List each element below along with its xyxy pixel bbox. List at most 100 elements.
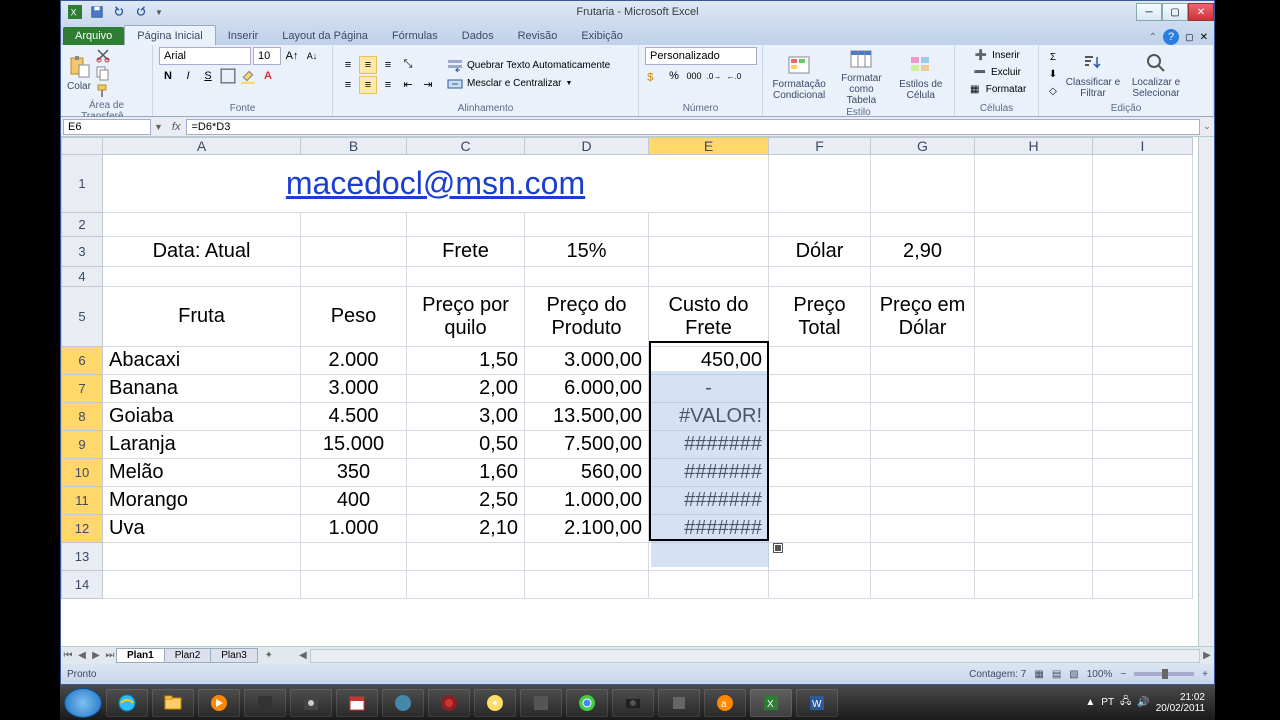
cell[interactable]: Data: Atual — [103, 237, 301, 267]
cell[interactable] — [769, 375, 871, 403]
close-workbook-icon[interactable]: ✕ — [1200, 32, 1208, 43]
taskbar-calendar-icon[interactable] — [336, 689, 378, 717]
cell[interactable]: Melão — [103, 459, 301, 487]
qat-dropdown-icon[interactable]: ▼ — [155, 8, 163, 17]
cell[interactable] — [871, 375, 975, 403]
taskbar-app6-icon[interactable] — [658, 689, 700, 717]
vertical-scrollbar[interactable] — [1198, 137, 1214, 646]
format-painter-icon[interactable] — [95, 83, 111, 99]
cell[interactable] — [1093, 287, 1193, 347]
tab-nav-last[interactable]: ⏭ — [103, 650, 117, 661]
font-color-icon[interactable]: A — [259, 67, 277, 85]
cond-format-button[interactable]: Formatação Condicional — [769, 53, 829, 101]
taskbar-chrome-icon[interactable] — [566, 689, 608, 717]
sort-filter-button[interactable]: Classificar e Filtrar — [1065, 51, 1121, 99]
cell[interactable]: 13.500,00 — [525, 403, 649, 431]
cell[interactable]: #VALOR! — [649, 403, 769, 431]
cell[interactable]: Preço em Dólar — [871, 287, 975, 347]
cell[interactable]: 2.100,00 — [525, 515, 649, 543]
tray-network-icon[interactable]: 🖧 — [1120, 694, 1131, 711]
cell[interactable]: 450,00 — [649, 347, 769, 375]
italic-button[interactable]: I — [179, 67, 197, 85]
zoom-out-icon[interactable]: − — [1120, 669, 1126, 680]
cell[interactable] — [975, 403, 1093, 431]
cell[interactable]: 1.000,00 — [525, 487, 649, 515]
taskbar-avast-icon[interactable]: a — [704, 689, 746, 717]
align-top-icon[interactable]: ≡ — [339, 56, 357, 74]
cell[interactable] — [769, 543, 871, 571]
format-cells-button[interactable]: ▦Formatar — [967, 81, 1027, 97]
minimize-button[interactable]: ─ — [1136, 3, 1162, 21]
cell[interactable] — [871, 155, 975, 213]
cell[interactable] — [871, 347, 975, 375]
cell[interactable] — [769, 431, 871, 459]
increase-font-icon[interactable]: A↑ — [283, 47, 301, 65]
number-format-combo[interactable]: Personalizado — [645, 47, 757, 65]
cell[interactable] — [769, 267, 871, 287]
minimize-ribbon-icon[interactable]: ⌃ — [1149, 32, 1157, 43]
close-button[interactable]: ✕ — [1188, 3, 1214, 21]
col-header-B[interactable]: B — [301, 137, 407, 155]
tab-nav-first[interactable]: ⏮ — [61, 650, 75, 661]
cell[interactable]: 1,50 — [407, 347, 525, 375]
cell[interactable] — [975, 213, 1093, 237]
cell[interactable]: Preço por quilo — [407, 287, 525, 347]
cell[interactable]: 0,50 — [407, 431, 525, 459]
cell[interactable] — [769, 571, 871, 599]
help-icon[interactable]: ? — [1163, 29, 1179, 45]
cell[interactable] — [871, 459, 975, 487]
cell[interactable] — [1093, 431, 1193, 459]
cell[interactable] — [1093, 515, 1193, 543]
cell[interactable] — [103, 267, 301, 287]
cell[interactable] — [301, 543, 407, 571]
cell[interactable] — [975, 287, 1093, 347]
view-layout-icon[interactable]: ▤ — [1052, 669, 1061, 680]
zoom-level[interactable]: 100% — [1087, 669, 1113, 680]
hscroll-right[interactable]: ▶ — [1200, 650, 1214, 661]
cell[interactable] — [649, 237, 769, 267]
view-pagebreak-icon[interactable]: ▧ — [1069, 669, 1078, 680]
cell[interactable]: Abacaxi — [103, 347, 301, 375]
taskbar-app4-icon[interactable] — [428, 689, 470, 717]
cell[interactable] — [769, 487, 871, 515]
cell[interactable] — [407, 213, 525, 237]
cell[interactable] — [301, 237, 407, 267]
cell[interactable]: ####### — [649, 515, 769, 543]
row-header[interactable]: 14 — [61, 571, 103, 599]
cell[interactable]: ####### — [649, 431, 769, 459]
orientation-icon[interactable]: ⤡ — [399, 56, 417, 74]
taskbar-excel-icon[interactable]: X — [750, 689, 792, 717]
cell[interactable] — [1093, 459, 1193, 487]
col-header-A[interactable]: A — [103, 137, 301, 155]
thousands-icon[interactable]: 000 — [685, 67, 703, 85]
cell[interactable] — [407, 571, 525, 599]
row-header[interactable]: 10 — [61, 459, 103, 487]
tab-formulas[interactable]: Fórmulas — [380, 26, 450, 45]
cell[interactable] — [975, 515, 1093, 543]
cell[interactable] — [871, 403, 975, 431]
row-header[interactable]: 3 — [61, 237, 103, 267]
col-header-C[interactable]: C — [407, 137, 525, 155]
cell[interactable]: 1.000 — [301, 515, 407, 543]
underline-button[interactable]: S — [199, 67, 217, 85]
cell[interactable] — [301, 213, 407, 237]
row-header[interactable]: 13 — [61, 543, 103, 571]
cell[interactable] — [525, 571, 649, 599]
cell[interactable]: Uva — [103, 515, 301, 543]
row-header[interactable]: 8 — [61, 403, 103, 431]
taskbar-app1-icon[interactable] — [244, 689, 286, 717]
wrap-text-button[interactable]: Quebrar Texto Automaticamente — [447, 58, 610, 74]
cell[interactable] — [1093, 487, 1193, 515]
maximize-button[interactable]: ▢ — [1162, 3, 1188, 21]
tray-show-hidden-icon[interactable]: ▲ — [1085, 697, 1095, 708]
col-header-H[interactable]: H — [975, 137, 1093, 155]
row-header[interactable]: 7 — [61, 375, 103, 403]
cell[interactable]: 4.500 — [301, 403, 407, 431]
cell[interactable] — [975, 487, 1093, 515]
align-middle-icon[interactable]: ≡ — [359, 56, 377, 74]
tab-view[interactable]: Exibição — [569, 26, 635, 45]
taskbar-app3-icon[interactable] — [382, 689, 424, 717]
row-header[interactable]: 11 — [61, 487, 103, 515]
decrease-font-icon[interactable]: A↓ — [303, 47, 321, 65]
tab-layout[interactable]: Layout da Página — [270, 26, 380, 45]
